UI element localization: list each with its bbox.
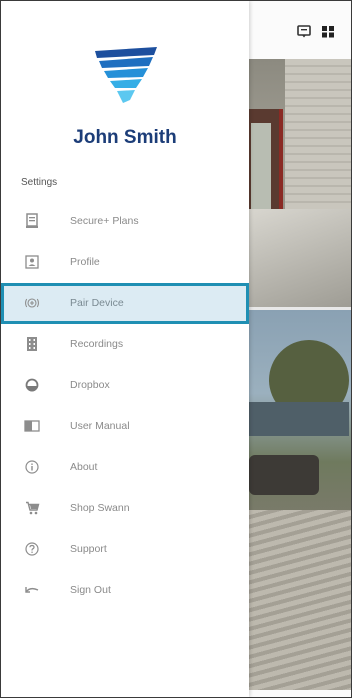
- navigation-drawer: John Smith Settings Secure+ Plans Profil…: [1, 1, 249, 697]
- camera-toolbar: [249, 1, 351, 59]
- menu-item-about[interactable]: About: [1, 447, 249, 488]
- menu-item-label: Dropbox: [70, 379, 110, 391]
- book-icon: [24, 418, 40, 434]
- profile-icon: [24, 254, 40, 270]
- camera-feed-1[interactable]: [249, 59, 351, 307]
- menu-item-label: Shop Swann: [70, 502, 130, 514]
- settings-section-label: Settings: [21, 177, 58, 188]
- app-frame: John Smith Settings Secure+ Plans Profil…: [0, 0, 352, 698]
- camera-view: [249, 1, 351, 697]
- pair-device-icon: [24, 295, 40, 311]
- menu-item-profile[interactable]: Profile: [1, 242, 249, 283]
- brand-logo-icon: [95, 47, 157, 103]
- menu-item-dropbox[interactable]: Dropbox: [1, 365, 249, 406]
- info-icon: [24, 459, 40, 475]
- menu-item-recordings[interactable]: Recordings: [1, 324, 249, 365]
- recordings-icon: [24, 336, 40, 352]
- sign-out-icon: [24, 582, 40, 598]
- menu-item-secure-plans[interactable]: Secure+ Plans: [1, 201, 249, 242]
- cart-icon: [24, 500, 40, 516]
- menu-item-label: Pair Device: [70, 297, 124, 309]
- menu-item-sign-out[interactable]: Sign Out: [1, 570, 249, 611]
- menu-item-label: Secure+ Plans: [70, 215, 139, 227]
- menu-item-pair-device[interactable]: Pair Device: [1, 283, 249, 324]
- menu-item-label: Sign Out: [70, 584, 111, 596]
- menu-item-label: Support: [70, 543, 107, 555]
- feed-ramp: [249, 209, 351, 307]
- feed-house: [249, 402, 349, 436]
- chat-icon[interactable]: [297, 25, 311, 38]
- feed-window: [251, 123, 271, 213]
- menu-item-label: About: [70, 461, 98, 473]
- menu-item-support[interactable]: Support: [1, 529, 249, 570]
- user-name: John Smith: [73, 127, 177, 148]
- grid-icon[interactable]: [321, 25, 335, 38]
- menu-item-shop-swann[interactable]: Shop Swann: [1, 488, 249, 529]
- menu-item-label: Profile: [70, 256, 100, 268]
- document-icon: [24, 213, 40, 229]
- camera-feed-2[interactable]: [249, 310, 351, 690]
- menu-item-label: User Manual: [70, 420, 130, 432]
- menu-item-user-manual[interactable]: User Manual: [1, 406, 249, 447]
- dropbox-icon: [24, 377, 40, 393]
- feed-car: [249, 455, 319, 495]
- help-icon: [24, 541, 40, 557]
- menu-item-label: Recordings: [70, 338, 124, 350]
- feed-roof: [249, 510, 351, 690]
